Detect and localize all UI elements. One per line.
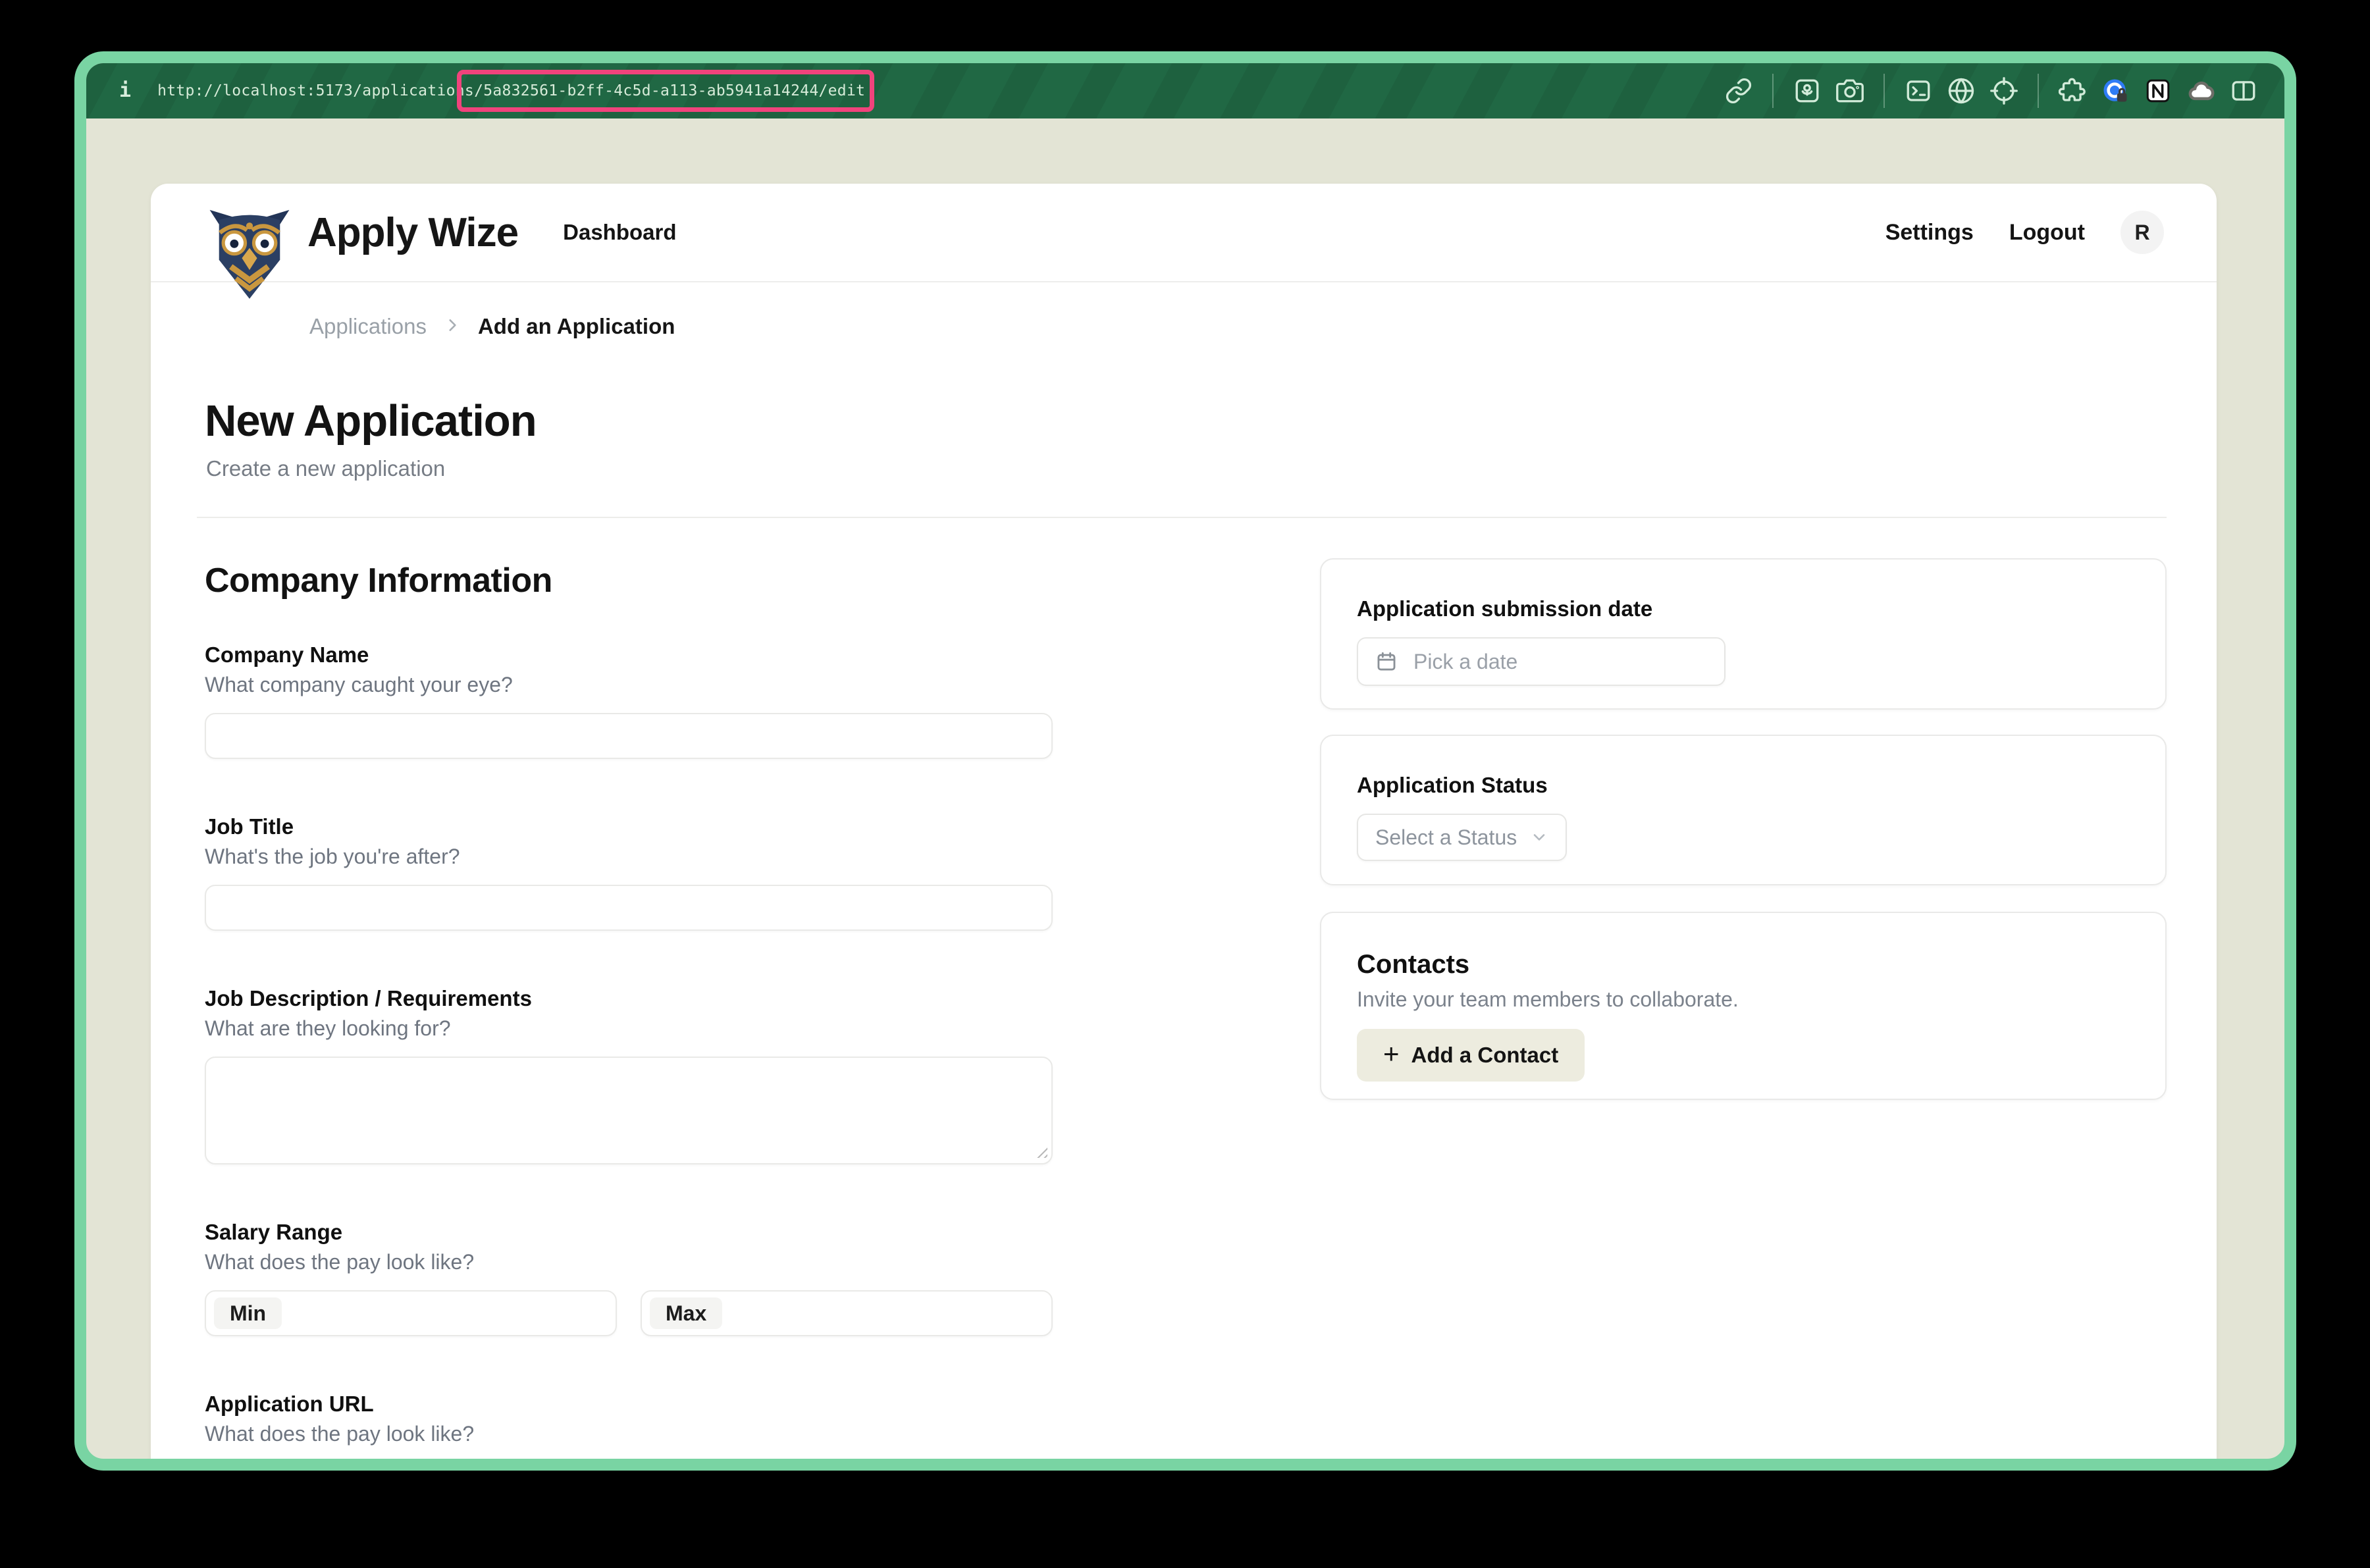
- application-url-label: Application URL: [205, 1392, 1053, 1417]
- add-contact-text: Add a Contact: [1411, 1043, 1559, 1068]
- url-prefix: http://localhost:5173/application: [157, 82, 465, 99]
- company-information-column: Company Information Company Name What co…: [205, 558, 1053, 1471]
- 1password-icon[interactable]: [2101, 76, 2130, 105]
- max-prefix-chip: Max: [650, 1297, 722, 1329]
- submission-date-label: Application submission date: [1357, 596, 2130, 621]
- settings-link[interactable]: Settings: [1885, 220, 1974, 246]
- application-status-label: Application Status: [1357, 773, 2130, 798]
- job-description-textarea[interactable]: [205, 1057, 1053, 1164]
- cloud-profile-icon[interactable]: [2186, 76, 2215, 105]
- section-heading: Company Information: [205, 561, 1053, 600]
- info-icon[interactable]: i: [119, 81, 131, 101]
- job-description-group: Job Description / Requirements What are …: [205, 986, 1053, 1164]
- sidebar-column: Application submission date Pick a date …: [1320, 558, 2167, 1471]
- section-divider: [197, 517, 2167, 518]
- calendar-icon: [1375, 650, 1398, 673]
- browser-window: i http://localhost:5173/applications/5a8…: [74, 51, 2296, 1471]
- brand-title[interactable]: Apply Wize: [307, 209, 518, 256]
- apply-wize-owl-logo[interactable]: [206, 207, 293, 302]
- breadcrumb: Applications Add an Application: [309, 314, 675, 339]
- company-name-label: Company Name: [205, 642, 1053, 667]
- job-description-hint: What are they looking for?: [205, 1016, 1053, 1041]
- pick-a-date-text: Pick a date: [1413, 650, 1517, 674]
- job-description-label: Job Description / Requirements: [205, 986, 1053, 1011]
- puzzle-extension-icon[interactable]: [2058, 76, 2087, 105]
- salary-max-field: Max: [641, 1290, 1053, 1336]
- application-status-card: Application Status Select a Status: [1320, 735, 2167, 885]
- browser-url-bar: i http://localhost:5173/applications/5a8…: [86, 63, 2284, 118]
- toolbar-divider: [2038, 74, 2039, 108]
- image-icon[interactable]: [1793, 76, 1822, 105]
- add-contact-button[interactable]: + Add a Contact: [1357, 1029, 1585, 1082]
- application-url-group: Application URL What does the pay look l…: [205, 1392, 1053, 1471]
- page-background: Apply Wize Dashboard Settings Logout R A…: [86, 118, 2284, 1459]
- status-select-text: Select a Status: [1375, 825, 1517, 850]
- breadcrumb-current: Add an Application: [478, 314, 675, 339]
- link-icon[interactable]: [1724, 76, 1753, 105]
- min-prefix-chip: Min: [214, 1297, 282, 1329]
- url-highlighted-segment: s/5a832561-b2ff-4c5d-a113-ab5941a14244/e…: [465, 82, 865, 99]
- browser-toolbar: [1724, 74, 2258, 108]
- application-url-input[interactable]: [205, 1462, 1053, 1471]
- page-subtitle: Create a new application: [206, 456, 445, 481]
- form-area: Company Information Company Name What co…: [205, 558, 2167, 1471]
- pick-a-date-button[interactable]: Pick a date: [1357, 637, 1725, 686]
- app-header: Apply Wize Dashboard Settings Logout R: [151, 184, 2217, 282]
- company-name-input[interactable]: [205, 713, 1053, 759]
- breadcrumb-applications[interactable]: Applications: [309, 314, 427, 339]
- page-title: New Application: [205, 396, 537, 446]
- salary-min-field: Min: [205, 1290, 617, 1336]
- crosshair-icon[interactable]: [1989, 76, 2018, 105]
- job-title-input[interactable]: [205, 885, 1053, 931]
- chevron-down-icon: [1530, 828, 1548, 847]
- chevron-right-icon: [444, 314, 461, 339]
- globe-icon[interactable]: [1947, 76, 1976, 105]
- contacts-description: Invite your team members to collaborate.: [1357, 987, 2130, 1012]
- application-url-hint: What does the pay look like?: [205, 1422, 1053, 1446]
- contacts-title: Contacts: [1357, 950, 2130, 980]
- toolbar-divider: [1883, 74, 1885, 108]
- job-title-hint: What's the job you're after?: [205, 845, 1053, 869]
- company-name-group: Company Name What company caught your ey…: [205, 642, 1053, 759]
- avatar[interactable]: R: [2120, 211, 2164, 254]
- contacts-card: Contacts Invite your team members to col…: [1320, 912, 2167, 1100]
- camera-icon[interactable]: [1835, 76, 1864, 105]
- app-content-card: Apply Wize Dashboard Settings Logout R A…: [151, 184, 2217, 1471]
- toolbar-divider: [1772, 74, 1774, 108]
- split-view-icon[interactable]: [2229, 76, 2258, 105]
- salary-range-hint: What does the pay look like?: [205, 1250, 1053, 1274]
- header-actions: Settings Logout R: [1885, 211, 2164, 254]
- job-title-label: Job Title: [205, 814, 1053, 839]
- salary-range-group: Salary Range What does the pay look like…: [205, 1220, 1053, 1336]
- logout-link[interactable]: Logout: [2009, 220, 2085, 246]
- company-name-hint: What company caught your eye?: [205, 673, 1053, 697]
- terminal-icon[interactable]: [1904, 76, 1933, 105]
- notion-icon[interactable]: [2144, 76, 2172, 105]
- submission-date-card: Application submission date Pick a date: [1320, 558, 2167, 710]
- plus-icon: +: [1383, 1040, 1400, 1068]
- screenshot-stage: i http://localhost:5173/applications/5a8…: [0, 0, 2370, 1568]
- nav-dashboard[interactable]: Dashboard: [563, 220, 676, 245]
- url-text[interactable]: http://localhost:5173/applications/5a832…: [157, 84, 865, 99]
- salary-range-label: Salary Range: [205, 1220, 1053, 1245]
- job-title-group: Job Title What's the job you're after?: [205, 814, 1053, 931]
- status-select[interactable]: Select a Status: [1357, 814, 1567, 861]
